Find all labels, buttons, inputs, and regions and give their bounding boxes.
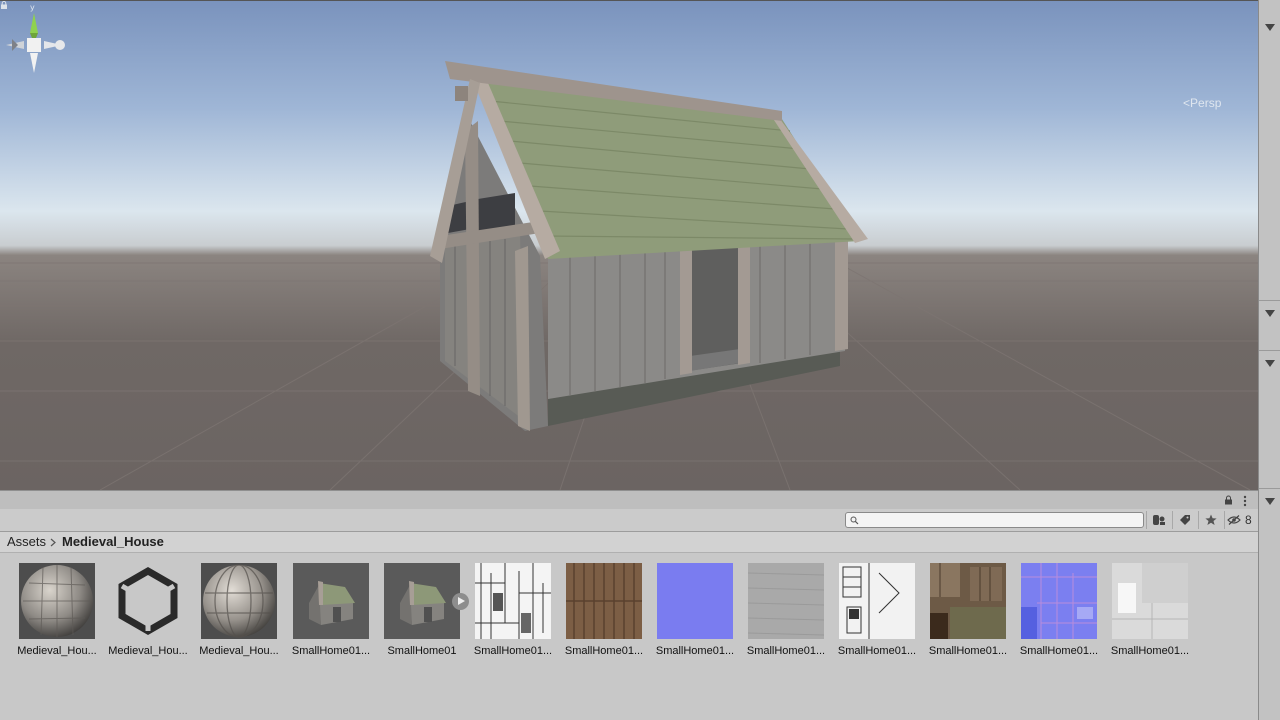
texture-preview-icon bbox=[657, 563, 733, 639]
prefab-preview-icon bbox=[384, 563, 460, 639]
texture-preview-icon bbox=[1021, 563, 1097, 639]
scene-viewport bbox=[0, 61, 1258, 490]
material-preview-icon bbox=[201, 563, 277, 639]
asset-item[interactable]: SmallHome01... bbox=[564, 563, 644, 663]
asset-label: SmallHome01... bbox=[837, 645, 917, 657]
asset-item[interactable]: SmallHome01... bbox=[746, 563, 826, 663]
texture-preview-icon bbox=[930, 563, 1006, 639]
favorites-button[interactable] bbox=[1198, 511, 1223, 529]
asset-item[interactable]: SmallHome01... bbox=[1019, 563, 1099, 663]
svg-text:y: y bbox=[30, 3, 35, 12]
divider bbox=[1259, 488, 1280, 489]
asset-item[interactable]: SmallHome01 bbox=[382, 563, 462, 663]
asset-item[interactable]: SmallHome01... bbox=[837, 563, 917, 663]
type-filter-icon bbox=[1153, 515, 1165, 525]
asset-label: SmallHome01... bbox=[291, 645, 371, 657]
asset-grid: Medieval_Hou... Medieval_Hou... Medieval… bbox=[0, 553, 1258, 720]
scene-view[interactable]: y <Persp bbox=[0, 0, 1258, 490]
kebab-menu-icon[interactable] bbox=[1243, 495, 1247, 507]
breadcrumb-current-folder[interactable]: Medieval_House bbox=[62, 532, 164, 552]
orientation-gizmo[interactable]: y bbox=[0, 1, 66, 81]
project-toolbar: 8 bbox=[0, 509, 1258, 532]
asset-item[interactable]: SmallHome01... bbox=[1110, 563, 1190, 663]
asset-item[interactable]: Medieval_Hou... bbox=[199, 563, 279, 663]
texture-preview-icon bbox=[566, 563, 642, 639]
medieval-house-model bbox=[430, 61, 868, 431]
projection-toggle[interactable]: <Persp bbox=[1183, 96, 1221, 110]
chevron-down-icon[interactable] bbox=[1265, 24, 1275, 31]
chevron-left-icon: < bbox=[1183, 96, 1191, 110]
search-by-label-button[interactable] bbox=[1172, 511, 1197, 529]
asset-label: Medieval_Hou... bbox=[108, 645, 188, 657]
asset-label: SmallHome01... bbox=[928, 645, 1008, 657]
asset-item[interactable]: SmallHome01... bbox=[473, 563, 553, 663]
texture-preview-icon bbox=[475, 563, 551, 639]
asset-item[interactable]: SmallHome01... bbox=[291, 563, 371, 663]
texture-preview-icon bbox=[1112, 563, 1188, 639]
asset-label: SmallHome01... bbox=[746, 645, 826, 657]
asset-label: SmallHome01 bbox=[387, 645, 457, 657]
star-icon bbox=[1205, 514, 1217, 525]
divider bbox=[1259, 300, 1280, 301]
breadcrumb-assets[interactable]: Assets bbox=[7, 532, 46, 552]
expand-prefab-play-icon[interactable] bbox=[452, 593, 469, 610]
tag-icon bbox=[1180, 515, 1190, 525]
inspector-strip bbox=[1258, 0, 1280, 720]
projection-label: Persp bbox=[1190, 96, 1222, 110]
lock-icon[interactable] bbox=[0, 1, 8, 9]
chevron-right-icon bbox=[50, 538, 56, 547]
chevron-down-icon[interactable] bbox=[1265, 498, 1275, 505]
divider bbox=[1259, 350, 1280, 351]
hidden-count: 8 bbox=[1245, 513, 1252, 527]
asset-item[interactable]: Medieval_Hou... bbox=[108, 563, 188, 663]
material-preview-icon bbox=[19, 563, 95, 639]
asset-label: SmallHome01... bbox=[655, 645, 735, 657]
breadcrumb: Assets Medieval_House bbox=[0, 532, 1258, 553]
asset-item[interactable]: SmallHome01... bbox=[928, 563, 1008, 663]
asset-label: SmallHome01... bbox=[1110, 645, 1190, 657]
asset-label: SmallHome01... bbox=[564, 645, 644, 657]
chevron-down-icon[interactable] bbox=[1265, 310, 1275, 317]
asset-item[interactable]: SmallHome01... bbox=[655, 563, 735, 663]
texture-preview-icon bbox=[748, 563, 824, 639]
unity-logo-icon bbox=[110, 563, 186, 639]
asset-label: Medieval_Hou... bbox=[199, 645, 279, 657]
asset-label: SmallHome01... bbox=[1019, 645, 1099, 657]
asset-label: Medieval_Hou... bbox=[17, 645, 97, 657]
hidden-packages-toggle[interactable] bbox=[1224, 511, 1241, 529]
search-by-type-button[interactable] bbox=[1146, 511, 1171, 529]
lock-icon[interactable] bbox=[1224, 495, 1233, 505]
asset-item[interactable]: Medieval_Hou... bbox=[17, 563, 97, 663]
eye-slash-icon bbox=[1227, 515, 1241, 525]
chevron-down-icon[interactable] bbox=[1265, 360, 1275, 367]
search-icon bbox=[850, 516, 859, 525]
search-field[interactable] bbox=[845, 512, 1144, 528]
model-preview-icon bbox=[293, 563, 369, 639]
project-panel-header bbox=[0, 490, 1258, 510]
asset-label: SmallHome01... bbox=[473, 645, 553, 657]
texture-preview-icon bbox=[839, 563, 915, 639]
